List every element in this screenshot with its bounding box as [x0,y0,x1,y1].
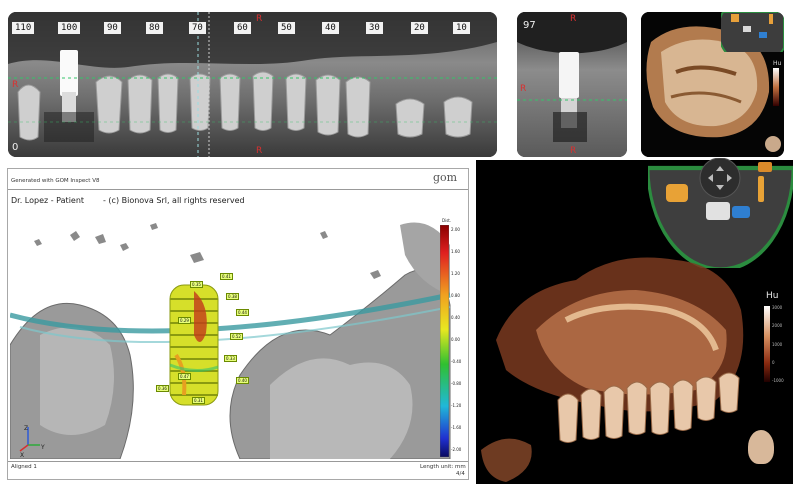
ruler-label: 30 [366,22,383,34]
red-marker: R [256,14,263,24]
volume-preview[interactable]: Hu [641,12,784,157]
legend-value: 1.60 [451,249,460,254]
deviation-tag: 0.41 [220,273,233,280]
page-number: 4/4 [456,471,465,477]
ruler-label: 60 [234,22,251,34]
red-marker: R [12,80,19,90]
head-orientation-icon[interactable] [748,430,774,464]
legend-value: -1.60 [451,425,462,430]
tooth-top-icon[interactable] [758,162,772,172]
ruler-tool-icon[interactable] [758,176,764,202]
panoramic-tool-icon[interactable] [706,202,730,220]
axis-label-y: Y [41,444,45,451]
axis-label-z: Z [24,425,29,432]
deviation-tag: 0.40 [236,377,249,384]
panorama-corner-value: 0 [12,142,19,153]
legend-value: 0.80 [451,293,460,298]
deviation-color-legend [440,225,449,457]
report-header: Generated with GOM Inspect V8 [11,178,100,184]
legend-value: 1.20 [451,271,460,276]
ruler-label: 70 [189,22,206,34]
gom-logo: gom [433,171,458,184]
mini-tool-wheel[interactable] [721,12,784,52]
ruler-label: 10 [453,22,470,34]
implant-tool-icon[interactable] [732,206,750,218]
legend-value: -1.20 [451,403,462,408]
patient-name: Dr. Lopez - Patient [11,196,85,205]
volume-render-view[interactable]: Hu 3000 2000 1000 0 -1000 [476,158,793,484]
red-marker: R [520,84,527,94]
hu-color-scale [764,306,770,382]
slice-number: 97 [523,20,536,31]
ruler-label: 20 [411,22,428,34]
head-orientation-icon[interactable] [765,136,781,152]
hu-scale-value: 3000 [772,305,783,310]
legend-value: -2.00 [451,447,462,452]
footer-divider [8,461,468,462]
deviation-tag: 0.36 [156,385,169,392]
deviation-tag: 0.44 [236,309,249,316]
cross-section-view[interactable]: 97 R R R [517,12,627,157]
legend-value: -0.40 [451,359,462,364]
volume-render-image [481,257,744,482]
red-marker: R [570,146,577,156]
deviation-tag: 0.52 [230,333,243,340]
header-divider [8,189,468,190]
red-marker: R [256,146,263,156]
tooth-tool-icon[interactable] [666,184,688,202]
hu-scale-value: -1000 [772,378,784,383]
legend-value: -0.80 [451,381,462,386]
ruler-label: 80 [146,22,163,34]
deviation-tag: 0.33 [224,355,237,362]
ruler-label: 90 [104,22,121,34]
ruler-label: 100 [58,22,81,34]
legend-value: 0.40 [451,315,460,320]
mini-hu-scale [773,68,779,106]
hu-scale-value: 1000 [772,342,783,347]
ruler-label: 40 [322,22,339,34]
legend-value: 2.00 [451,227,460,232]
deviation-tag: 0.47 [178,373,191,380]
gom-report-panel: Generated with GOM Inspect V8 gom Dr. Lo… [7,168,469,480]
legend-title: Dist. [442,218,452,223]
footer-right: Length unit: mm [420,464,466,470]
copyright-text: - (c) Bionova Srl, all rights reserved [103,196,245,205]
axis-label-x: X [20,452,25,459]
ruler-label: 50 [278,22,295,34]
deviation-tag: 0.31 [192,397,205,404]
hu-scale-label: Hu [766,291,779,301]
red-marker: R [570,14,577,24]
deviation-tag: 0.38 [226,293,239,300]
panoramic-view[interactable]: 110 100 90 80 70 60 50 40 30 20 10 R R R… [8,12,497,157]
legend-value: 0.00 [451,337,460,342]
cross-section-image [517,12,627,157]
deviation-tag: 0.35 [190,281,203,288]
ruler-label: 110 [12,22,35,34]
deviation-tag: 0.29 [178,317,191,324]
hu-scale-value: 0 [772,360,775,365]
hu-scale-value: 2000 [772,323,783,328]
footer-left: Aligned 1 [11,464,37,470]
mini-hu-label: Hu [773,60,782,67]
